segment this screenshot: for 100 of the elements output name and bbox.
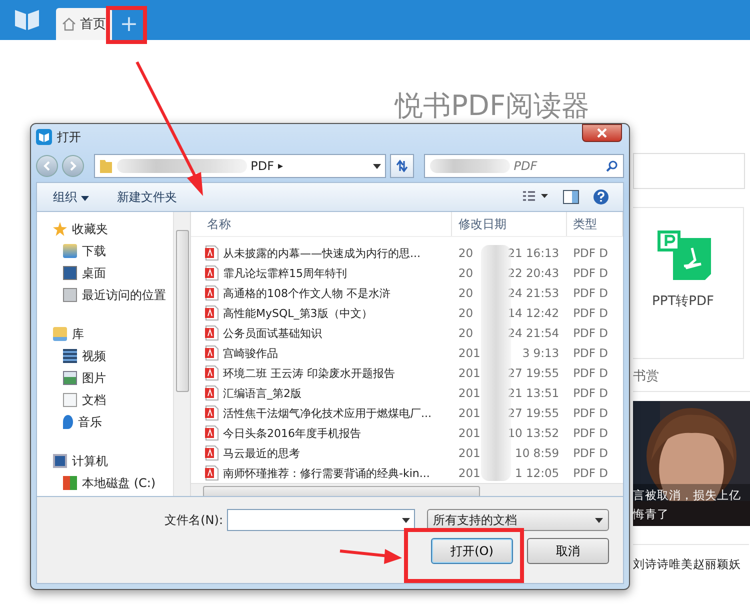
close-icon (597, 128, 607, 138)
file-type-dropdown[interactable]: 所有支持的文档 (427, 509, 609, 531)
ppt-to-pdf-tool[interactable]: PPT转PDF (633, 208, 733, 310)
file-name[interactable]: 高通格的108个作文人物 不是水浒 (191, 285, 452, 301)
type-cell-text: PDF D (572, 406, 610, 420)
back-button[interactable] (36, 155, 58, 177)
pdf-file-icon (205, 365, 219, 381)
type-cell-text: PDF D (572, 266, 610, 280)
file-name[interactable]: 公务员面试基础知识 (191, 325, 452, 341)
type-cell-text: PDF D (572, 426, 610, 440)
type-cell-text: PDF D (572, 306, 610, 320)
date-cell: 14 12:42 (508, 306, 560, 320)
type-cell-text: PDF D (572, 466, 610, 480)
date-cell: 201 (458, 406, 480, 420)
news-card[interactable]: 言被取消，损失上亿 悔青了 (633, 401, 750, 526)
date-cell: 20 (458, 326, 474, 340)
file-name[interactable]: 活性焦干法烟气净化技术应用于燃煤电厂... (191, 405, 452, 421)
dropdown-caret-icon (595, 518, 603, 522)
file-name[interactable]: 马云最近的思考 (191, 445, 452, 461)
nav-item[interactable]: 桌面 (37, 262, 173, 284)
date-cell: 201 (458, 346, 480, 360)
nav-item[interactable]: 库 (37, 323, 173, 345)
scrollbar[interactable] (191, 483, 623, 496)
file-name-label: 文件名(N): (164, 512, 223, 528)
column-header[interactable]: 修改日期 (452, 212, 568, 236)
nav-item[interactable]: 音乐 (37, 411, 173, 433)
nav-item[interactable]: 下载 (37, 240, 173, 262)
home-icon (62, 17, 76, 31)
date-cell: 22 20:43 (508, 266, 560, 280)
nav-item[interactable]: 图片 (37, 367, 173, 389)
folder-icon (98, 158, 113, 174)
date-cell: 201 (458, 466, 480, 480)
scroll-thumb[interactable] (203, 486, 480, 496)
pdf-file-icon (205, 245, 219, 261)
file-name-field[interactable] (227, 509, 415, 531)
path-separator: ▸ (278, 160, 284, 172)
file-name[interactable]: 环境二班 王云涛 印染废水开题报告 (191, 365, 452, 381)
nav-item[interactable]: 视频 (37, 345, 173, 367)
address-bar[interactable]: PDF ▸ (94, 154, 386, 178)
type-cell-text: PDF D (572, 286, 610, 300)
nav-item[interactable]: 文档 (37, 389, 173, 411)
view-options-icon[interactable] (523, 191, 549, 203)
scrollbar[interactable] (173, 212, 190, 496)
nav-item[interactable]: 收藏夹 (37, 218, 173, 240)
date-cell: 10 13:52 (508, 426, 560, 440)
date-cell: 24 21:54 (508, 326, 560, 340)
file-name[interactable]: 高性能MySQL_第3版（中文） (191, 305, 452, 321)
file-name[interactable]: 霏凡论坛霏粹15周年特刊 (191, 265, 452, 281)
search-box[interactable]: PDF (424, 154, 624, 178)
dropdown-caret-icon (402, 518, 410, 522)
preview-pane-icon[interactable] (563, 190, 579, 204)
date-cell: 20 (458, 306, 474, 320)
column-header[interactable]: 名称 (191, 212, 452, 236)
type-cell-text: PDF D (572, 386, 610, 400)
scroll-thumb[interactable] (176, 230, 189, 392)
nav-item[interactable]: 本地磁盘 (C:) (37, 472, 173, 494)
file-name[interactable]: 南师怀瑾推荐：修行需要背诵的经典-kin... (191, 465, 452, 481)
date-cell: 201 (458, 446, 480, 460)
file-name[interactable]: 从未披露的内幕——快速成为内行的思... (191, 245, 452, 261)
search-icon (606, 160, 618, 172)
organize-menu[interactable]: 组织 (53, 188, 89, 206)
cancel-button[interactable]: 取消 (527, 538, 609, 564)
search-field[interactable]: PDF (512, 158, 604, 174)
search-field[interactable] (633, 153, 745, 189)
nav-item[interactable]: 最近访问的位置 (37, 284, 173, 306)
news-headline[interactable]: 刘诗诗唯美赵丽颖妖 (633, 544, 749, 572)
pdf-file-icon (205, 285, 219, 301)
pdf-file-icon (205, 405, 219, 421)
highlight-frame (106, 6, 147, 44)
date-cell: 3 9:13 (522, 346, 560, 360)
pdf-file-icon (205, 425, 219, 441)
type-cell-text: PDF D (572, 246, 610, 260)
date-cell: 21 16:13 (508, 246, 560, 260)
type-cell-text: PDF D (572, 366, 610, 380)
news-caption: 悔青了 (633, 506, 670, 523)
refresh-button[interactable] (390, 154, 414, 178)
file-name[interactable]: 汇编语言_第2版 (191, 385, 452, 401)
date-cell: 20 (458, 286, 474, 300)
file-name[interactable]: 宫崎骏作品 (191, 345, 452, 361)
refresh-icon (394, 159, 409, 173)
date-cell: 201 (458, 386, 480, 400)
new-folder-button[interactable]: 新建文件夹 (116, 188, 177, 206)
nav-item[interactable]: 计算机 (37, 450, 173, 472)
date-cell: 201 (458, 366, 480, 380)
news-caption: 言被取消，损失上亿 (633, 487, 742, 504)
column-header[interactable]: 类型 (567, 212, 623, 236)
section-title: 书赏 (633, 367, 750, 392)
home-tab[interactable]: 首页 (56, 8, 112, 40)
help-icon[interactable] (593, 189, 609, 205)
dropdown-caret-icon (372, 164, 381, 168)
file-name[interactable]: 今日头条2016年度手机报告 (191, 425, 452, 441)
app-title: 悦书PDF阅读器 (395, 90, 590, 124)
date-cell: 21 13:51 (508, 386, 560, 400)
forward-button[interactable] (62, 155, 84, 177)
close-button[interactable] (582, 124, 622, 142)
date-cell: 20 (458, 246, 474, 260)
pdf-file-icon (205, 265, 219, 281)
open-button[interactable]: 打开(O) (431, 538, 513, 564)
pdf-file-icon (205, 445, 219, 461)
book-logo-icon (36, 129, 52, 145)
